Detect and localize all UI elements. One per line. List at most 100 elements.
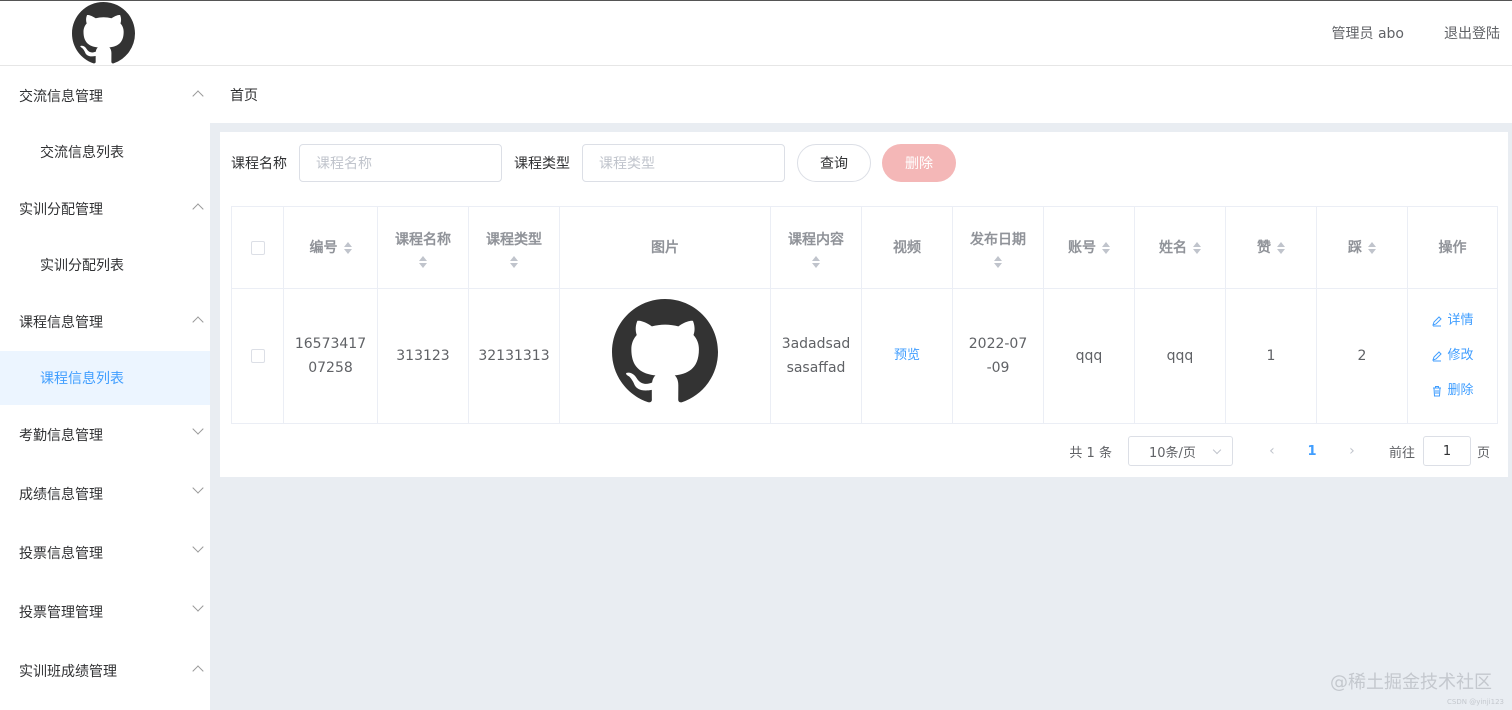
course-type-input[interactable]: 课程类型 xyxy=(582,144,785,182)
video-preview-link[interactable]: 预览 xyxy=(894,344,920,368)
course-table: 编号 课程名称 课程类型 图片 课程内容 视频 发布日期 账号 姓名 赞 踩 操… xyxy=(231,206,1498,424)
column-header-actions: 操作 xyxy=(1408,207,1497,288)
column-header-label: 账号 xyxy=(1068,239,1096,256)
column-header-label: 发布日期 xyxy=(970,231,1026,248)
sort-icon[interactable] xyxy=(510,255,518,268)
column-header-course-name[interactable]: 课程名称 xyxy=(378,207,469,288)
sidebar-group-exchange[interactable]: 交流信息管理 xyxy=(0,66,210,125)
breadcrumb-home[interactable]: 首页 xyxy=(230,85,258,105)
course-type-label: 课程类型 xyxy=(514,156,570,172)
sort-icon[interactable] xyxy=(419,255,427,268)
prev-page-icon[interactable]: ‹ xyxy=(1257,443,1287,459)
column-header-label: 操作 xyxy=(1438,239,1467,256)
cell-content: 3adadsad sasaffad xyxy=(771,289,862,423)
column-header-label: 踩 xyxy=(1348,239,1362,256)
cell-id-line2: 07258 xyxy=(308,360,353,376)
sidebar-group-label: 投票信息管理 xyxy=(19,545,103,562)
column-header-date[interactable]: 发布日期 xyxy=(953,207,1044,288)
sidebar-group-course[interactable]: 课程信息管理 xyxy=(0,292,210,351)
pagination-total: 共 1 条 xyxy=(1069,445,1112,461)
sidebar-group-grades[interactable]: 成绩信息管理 xyxy=(0,464,210,523)
pagination: 共 1 条 10条/页 ‹ 1 › 前往 1 页 xyxy=(1069,436,1490,466)
page-size-value: 10条/页 xyxy=(1148,445,1196,461)
column-header-course-type[interactable]: 课程类型 xyxy=(469,207,560,288)
chevron-up-icon xyxy=(192,90,204,102)
watermark-text: @稀土掘金技术社区 xyxy=(1330,672,1492,693)
sort-icon[interactable] xyxy=(1277,241,1285,254)
sidebar-group-vote-manage[interactable]: 投票管理管理 xyxy=(0,582,210,641)
cell-id-line1: 16573417 xyxy=(294,336,367,352)
sidebar-group-label: 考勤信息管理 xyxy=(19,427,103,444)
header-select-all xyxy=(232,207,284,288)
cell-content-line2: sasaffad xyxy=(786,360,846,376)
chevron-down-icon xyxy=(192,541,204,553)
sort-icon[interactable] xyxy=(343,241,352,254)
select-all-checkbox[interactable] xyxy=(250,240,265,255)
sort-icon[interactable] xyxy=(812,255,820,268)
sidebar-group-attendance[interactable]: 考勤信息管理 xyxy=(0,405,210,464)
sidebar-group-label: 成绩信息管理 xyxy=(19,486,103,503)
column-header-label: 视频 xyxy=(893,239,921,256)
sidebar-group-class-grades[interactable]: 实训班成绩管理 xyxy=(0,641,210,700)
search-form: 课程名称 课程名称 课程类型 课程类型 查询 删除 xyxy=(231,144,956,182)
edit-button[interactable]: 修改 xyxy=(1431,344,1474,368)
sidebar-group-training[interactable]: 实训分配管理 xyxy=(0,179,210,238)
row-select-cell xyxy=(232,289,284,423)
column-header-likes[interactable]: 赞 xyxy=(1226,207,1317,288)
chevron-up-icon xyxy=(192,203,204,215)
chevron-down-icon xyxy=(192,482,204,494)
cell-id: 16573417 07258 xyxy=(284,289,378,423)
goto-page-input[interactable]: 1 xyxy=(1422,436,1471,466)
logout-button[interactable]: 退出登陆 xyxy=(1444,23,1500,43)
cell-course-type: 32131313 xyxy=(469,289,560,423)
cell-date-line2: -09 xyxy=(986,360,1010,376)
edit-pencil-icon xyxy=(1432,316,1443,327)
detail-label: 详情 xyxy=(1447,313,1474,328)
edit-label: 修改 xyxy=(1447,348,1474,363)
column-header-id[interactable]: 编号 xyxy=(284,207,378,288)
chevron-down-icon xyxy=(192,600,204,612)
query-button[interactable]: 查询 xyxy=(797,144,871,182)
detail-button[interactable]: 详情 xyxy=(1431,309,1474,333)
sidebar-group-label: 投票管理管理 xyxy=(19,604,103,621)
column-header-label: 赞 xyxy=(1257,239,1271,256)
sidebar-item-training-list[interactable]: 实训分配列表 xyxy=(0,238,210,292)
column-header-label: 课程名称 xyxy=(395,231,451,248)
table-header: 编号 课程名称 课程类型 图片 课程内容 视频 发布日期 账号 姓名 赞 踩 操… xyxy=(232,207,1497,289)
sidebar: 交流信息管理 交流信息列表 实训分配管理 实训分配列表 课程信息管理 课程信息列… xyxy=(0,66,210,710)
edit-pencil-icon xyxy=(1432,351,1443,362)
row-checkbox[interactable] xyxy=(250,349,265,363)
sidebar-item-course-list[interactable]: 课程信息列表 xyxy=(0,351,210,405)
goto-label: 前往 xyxy=(1388,445,1415,461)
cell-date: 2022-07 -09 xyxy=(953,289,1044,423)
column-header-account[interactable]: 账号 xyxy=(1044,207,1135,288)
course-image-github-icon[interactable] xyxy=(612,299,718,413)
batch-delete-button[interactable]: 删除 xyxy=(882,144,956,182)
sort-icon[interactable] xyxy=(994,255,1002,268)
chevron-up-icon xyxy=(192,316,204,328)
delete-button[interactable]: 删除 xyxy=(1431,379,1474,403)
cell-course-name: 313123 xyxy=(378,289,469,423)
column-header-dislikes[interactable]: 踩 xyxy=(1317,207,1408,288)
sidebar-item-exchange-list[interactable]: 交流信息列表 xyxy=(0,125,210,179)
github-logo-icon[interactable] xyxy=(71,2,136,65)
column-header-content[interactable]: 课程内容 xyxy=(771,207,862,288)
trash-icon xyxy=(1433,386,1442,397)
page-size-select[interactable]: 10条/页 xyxy=(1127,436,1233,466)
page-suffix: 页 xyxy=(1476,445,1490,461)
column-header-realname[interactable]: 姓名 xyxy=(1135,207,1226,288)
sidebar-group-vote-info[interactable]: 投票信息管理 xyxy=(0,523,210,582)
cell-realname: qqq xyxy=(1135,289,1226,423)
cell-content-line1: 3adadsad xyxy=(781,336,851,352)
sort-icon[interactable] xyxy=(1193,241,1201,254)
next-page-icon[interactable]: › xyxy=(1337,443,1367,459)
column-header-video: 视频 xyxy=(862,207,953,288)
course-name-input[interactable]: 课程名称 xyxy=(299,144,502,182)
top-header: 管理员 abo 退出登陆 xyxy=(0,0,1512,66)
page-number-current[interactable]: 1 xyxy=(1297,444,1327,459)
column-header-label: 编号 xyxy=(309,239,338,256)
sort-icon[interactable] xyxy=(1102,241,1110,254)
table-row: 16573417 07258 313123 32131313 3adadsad … xyxy=(232,289,1497,423)
sort-icon[interactable] xyxy=(1368,241,1376,254)
admin-user-label[interactable]: 管理员 abo xyxy=(1332,23,1404,43)
